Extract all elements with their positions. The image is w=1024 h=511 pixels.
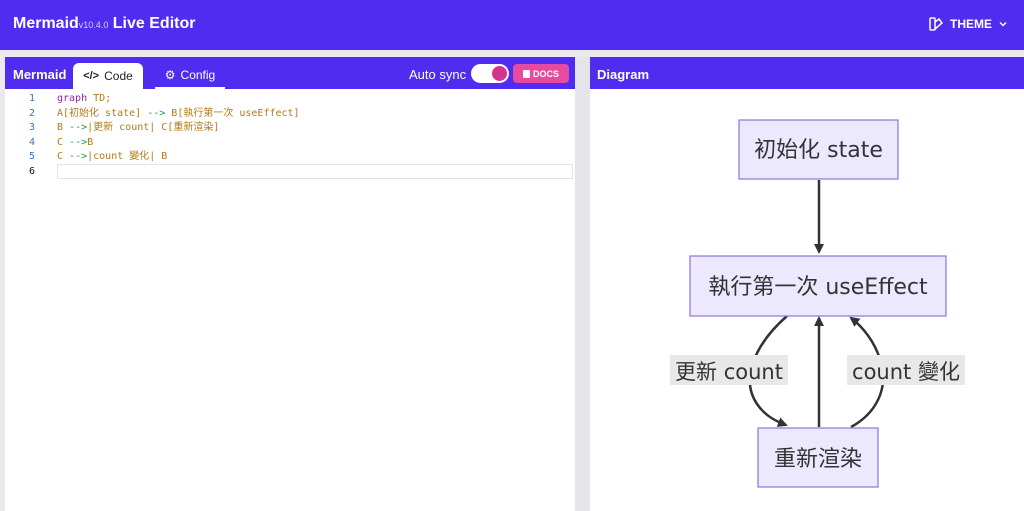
active-line-highlight (57, 164, 573, 179)
code-token: |更新 count| C[重新渲染] (87, 122, 220, 134)
line-number: 5 (28, 151, 35, 163)
code-token: |count 變化| B (87, 151, 168, 163)
edge-label-left-text: 更新 count (675, 360, 783, 384)
edge-label-right-text: count 變化 (852, 360, 960, 384)
docs-label: DOCS (532, 68, 559, 79)
code-text: graph TD; (57, 91, 111, 106)
edge-label-left: 更新 count (670, 355, 788, 385)
code-editor[interactable]: 1 graph TD; 2 A[初始化 state] --> B[執行第一次 useE… (5, 89, 575, 511)
toggle-knob (492, 66, 507, 81)
code-token: C (57, 136, 70, 148)
tab-config-label: Config (180, 68, 216, 82)
top-bar: Mermaidv10.4.0 Live Editor THEME (0, 0, 1024, 50)
tab-code[interactable]: </> Code (73, 63, 143, 89)
brand-name: Mermaid (13, 15, 79, 32)
diagram-canvas: 初始化 state 執行第一次 useEffect 重新渲染 更新 count … (670, 119, 965, 488)
tab-code-label: Code (104, 69, 133, 83)
node-a[interactable]: 初始化 state (738, 119, 899, 180)
node-c-label: 重新渲染 (774, 447, 862, 472)
panel-divider[interactable] (575, 57, 590, 511)
diagram-header: Diagram (590, 57, 1024, 89)
code-token: graph (57, 93, 94, 104)
palette-icon (929, 17, 944, 31)
line-number: 6 (28, 166, 35, 177)
code-text: C -->|count 變化| B (57, 149, 167, 164)
code-token: --> (69, 122, 88, 134)
editor-panel: Mermaid </> Code ⚙ Config Auto sync DOCS… (5, 57, 575, 511)
line-number: 4 (28, 136, 35, 148)
node-c[interactable]: 重新渲染 (757, 427, 879, 488)
code-token: --> (69, 151, 88, 163)
code-line[interactable]: 3 B -->|更新 count| C[重新渲染] (5, 120, 575, 135)
diagram-panel: Diagram 初始化 state 執行第一次 useEffect 重新渲染 更… (590, 57, 1024, 511)
book-icon (522, 69, 530, 78)
edge-label-right: count 變化 (847, 355, 965, 385)
code-line[interactable]: 6 (5, 164, 575, 179)
node-b[interactable]: 執行第一次 useEffect (689, 255, 947, 317)
line-number: 3 (28, 122, 35, 134)
code-token: B (87, 136, 94, 148)
auto-sync-label: Auto sync (409, 67, 467, 82)
code-token: C (57, 151, 70, 163)
code-token: B[執行第一次 useEffect] (165, 107, 300, 119)
code-token: A[初始化 state] (57, 107, 148, 119)
version-label: v10.4.0 (78, 20, 109, 30)
theme-button[interactable]: THEME (928, 16, 1008, 32)
code-text: C -->B (57, 135, 93, 150)
gears-icon: ⚙ (164, 68, 176, 82)
code-token: B (57, 122, 70, 134)
chevron-down-icon (999, 22, 1007, 27)
line-number: 2 (28, 107, 35, 119)
code-text: A[初始化 state] --> B[執行第一次 useEffect] (57, 106, 300, 121)
line-number: 1 (28, 93, 35, 104)
code-token: TD; (93, 93, 112, 104)
node-b-label: 執行第一次 useEffect (708, 275, 928, 300)
editor-header: Mermaid </> Code ⚙ Config Auto sync DOCS (5, 57, 575, 89)
code-icon: </> (83, 70, 100, 82)
docs-button[interactable]: DOCS (513, 64, 569, 83)
code-text: B -->|更新 count| C[重新渲染] (57, 120, 219, 135)
code-line[interactable]: 4 C -->B (5, 135, 575, 150)
auto-sync-toggle[interactable] (471, 64, 509, 83)
app-title[interactable]: Mermaidv10.4.0 Live Editor (13, 15, 195, 33)
code-line[interactable]: 1 graph TD; (5, 91, 575, 106)
theme-label: THEME (950, 17, 992, 31)
node-a-label: 初始化 state (754, 138, 883, 163)
code-token: --> (69, 136, 88, 148)
code-token: --> (147, 107, 166, 119)
tab-config[interactable]: ⚙ Config (155, 63, 225, 89)
diagram-title: Diagram (597, 67, 650, 82)
code-line[interactable]: 2 A[初始化 state] --> B[執行第一次 useEffect] (5, 106, 575, 121)
editor-title: Mermaid (13, 67, 67, 82)
code-line[interactable]: 5 C -->|count 變化| B (5, 149, 575, 164)
app-name: Live Editor (112, 15, 196, 32)
